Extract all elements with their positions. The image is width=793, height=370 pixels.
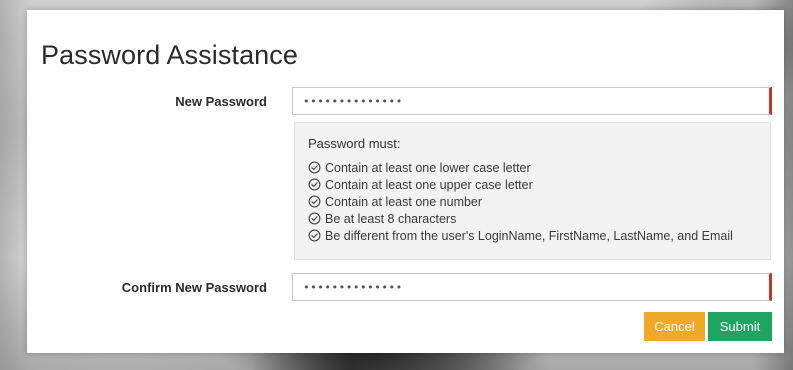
requirement-text: Contain at least one number — [325, 194, 483, 209]
submit-button[interactable]: Submit — [708, 312, 772, 341]
requirement-item: Be different from the user's LoginName, … — [308, 227, 757, 244]
requirement-text: Contain at least one lower case letter — [325, 160, 531, 175]
circle-check-icon — [308, 229, 321, 242]
password-assistance-panel: Password Assistance New Password Passwor… — [27, 10, 784, 353]
requirement-text: Be different from the user's LoginName, … — [325, 228, 733, 243]
password-requirements-box: Password must: Contain at least one lowe… — [294, 122, 771, 260]
confirm-password-label: Confirm New Password — [121, 280, 267, 295]
new-password-label: New Password — [175, 94, 267, 109]
circle-check-icon — [308, 178, 321, 191]
background-shade-bottom — [250, 350, 550, 370]
requirement-text: Be at least 8 characters — [325, 211, 457, 226]
requirement-item: Contain at least one upper case letter — [308, 176, 757, 193]
confirm-password-input[interactable] — [292, 273, 772, 301]
background-shade-left — [0, 0, 30, 370]
requirements-heading: Password must: — [308, 136, 401, 151]
page-title: Password Assistance — [41, 40, 299, 70]
circle-check-icon — [308, 161, 321, 174]
requirement-item: Contain at least one lower case letter — [308, 159, 757, 176]
cancel-button[interactable]: Cancel — [644, 312, 705, 341]
requirement-item: Be at least 8 characters — [308, 210, 757, 227]
requirement-text: Contain at least one upper case letter — [325, 177, 533, 192]
new-password-input[interactable] — [292, 87, 772, 115]
requirement-item: Contain at least one number — [308, 193, 757, 210]
circle-check-icon — [308, 212, 321, 225]
circle-check-icon — [308, 195, 321, 208]
